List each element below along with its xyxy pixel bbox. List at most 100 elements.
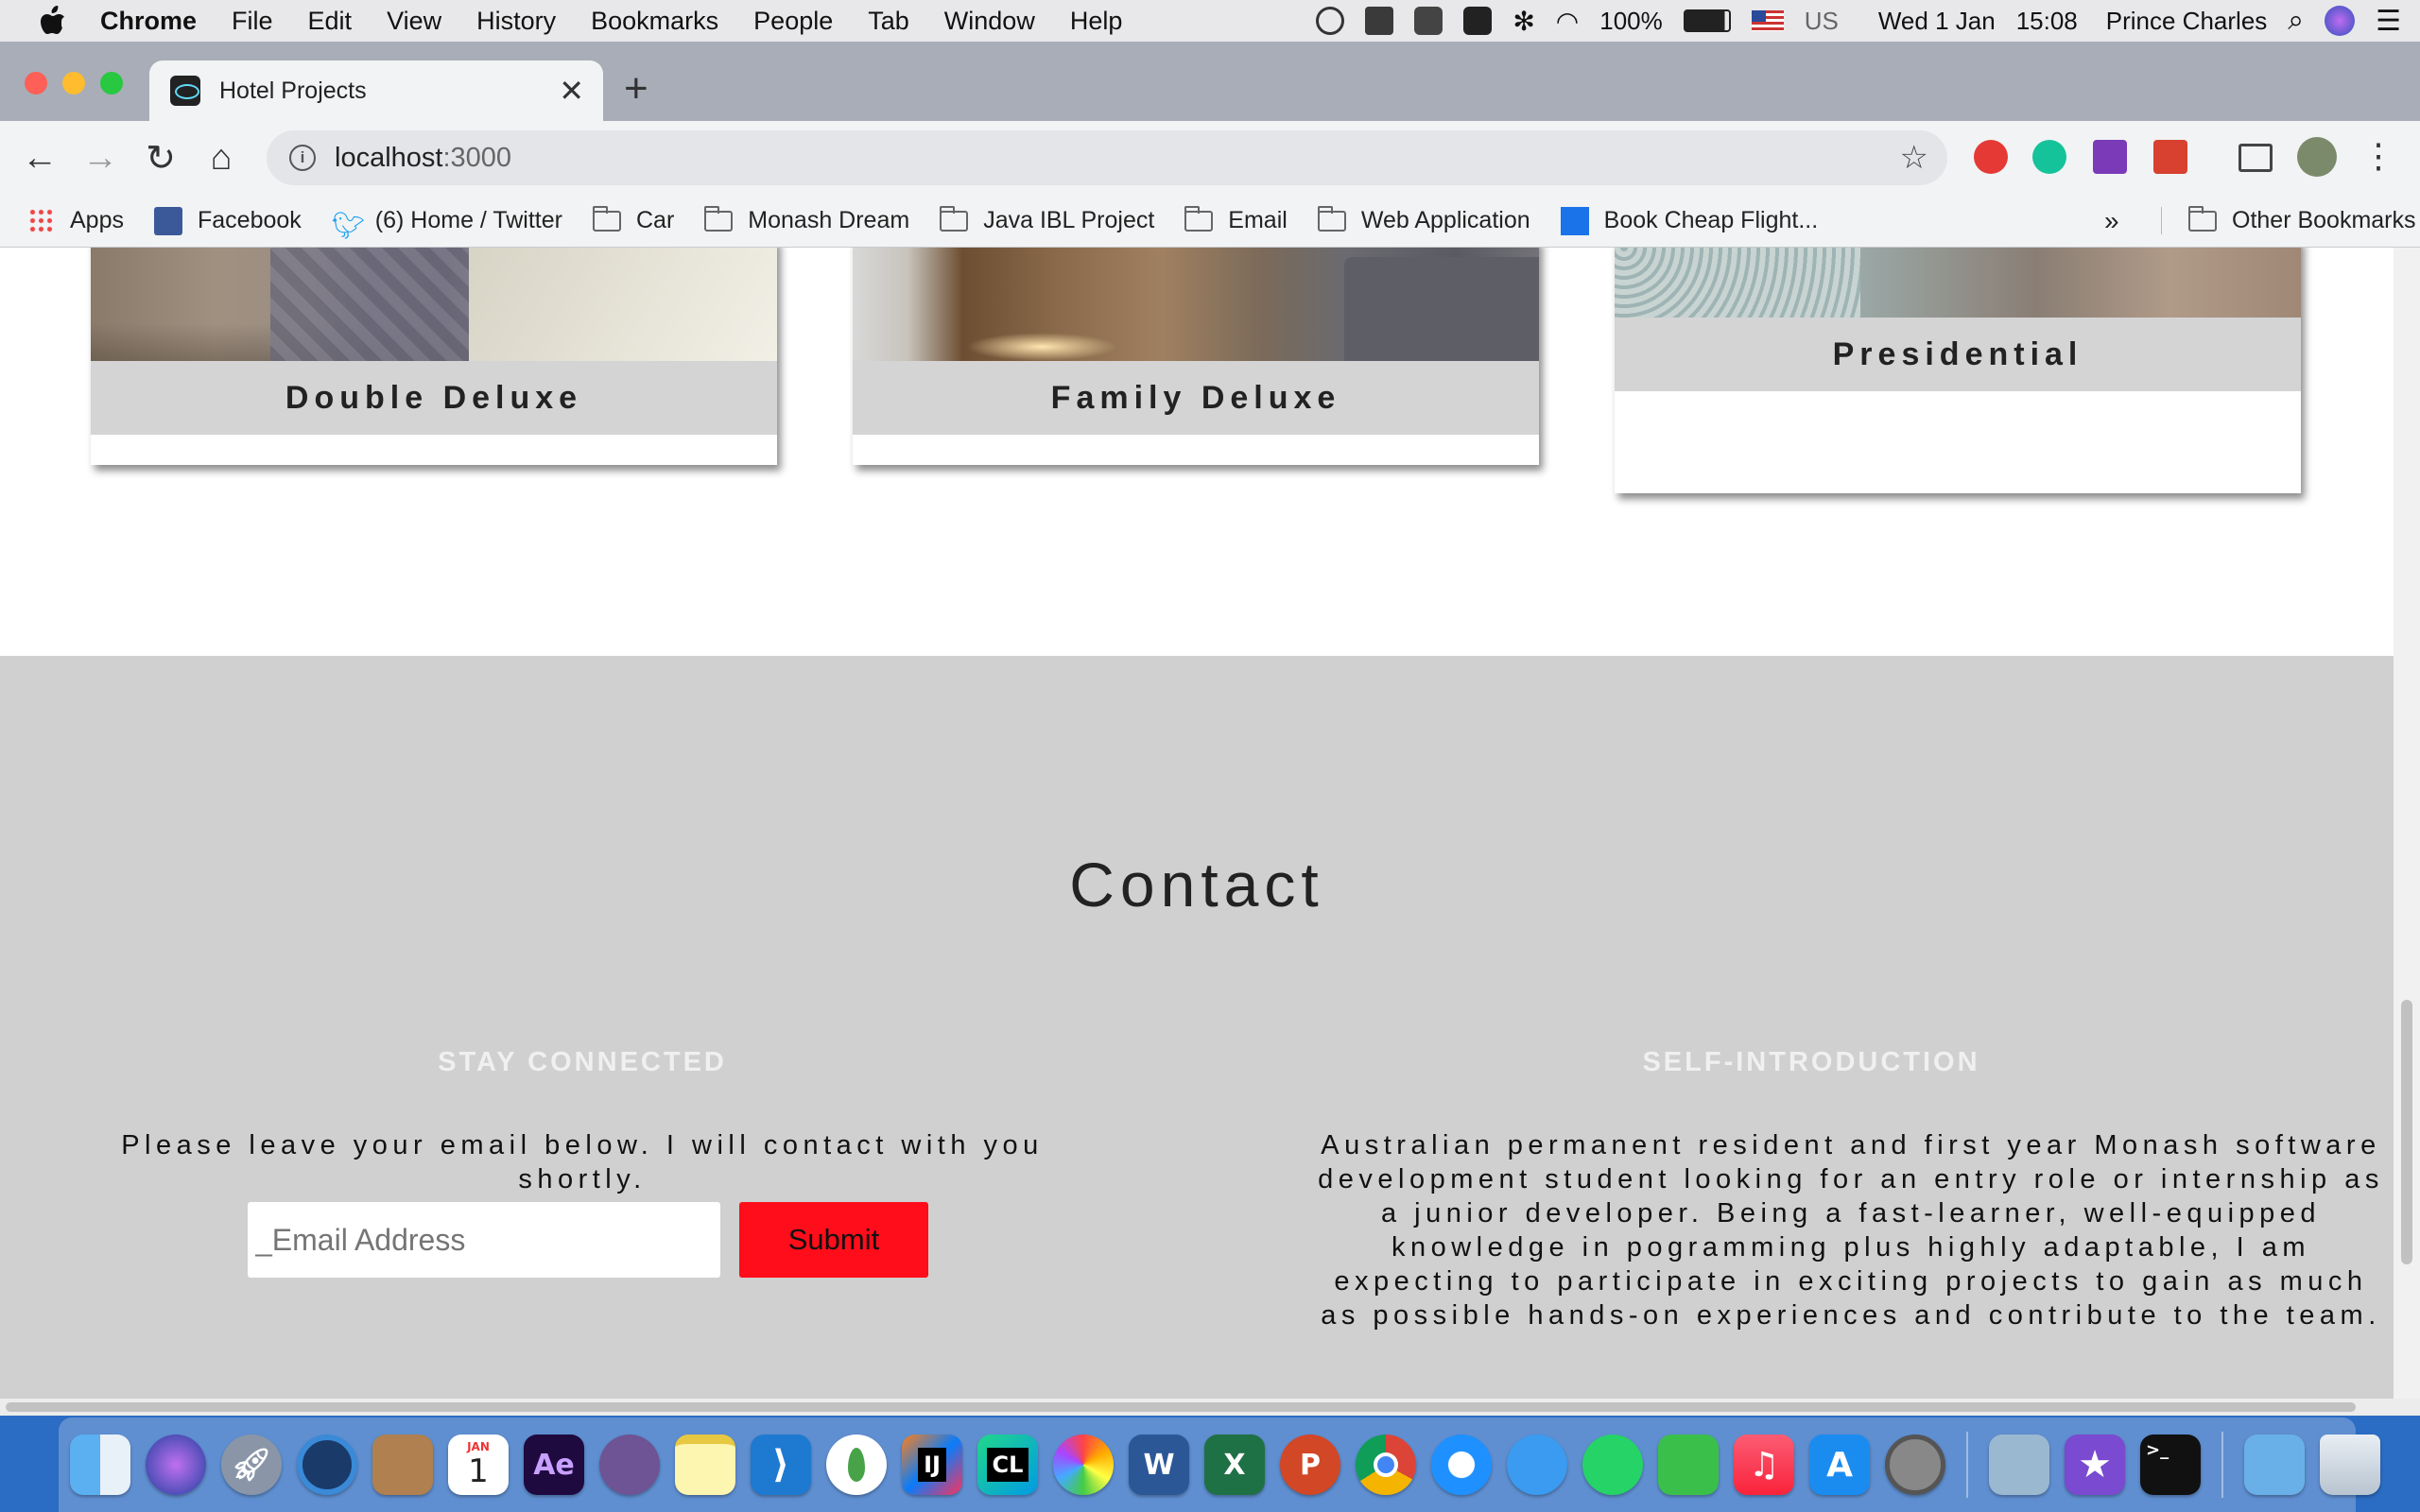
profile-avatar[interactable] <box>2297 137 2337 177</box>
tab-hotel-projects[interactable]: Hotel Projects ✕ <box>149 60 603 121</box>
horizontal-scrollbar[interactable] <box>0 1399 2420 1416</box>
chrome-menu-icon[interactable]: ⋮ <box>2348 136 2409 176</box>
bookmark-email[interactable]: Email <box>1184 205 1288 234</box>
room-card-family-deluxe[interactable]: Family Deluxe <box>853 248 1539 465</box>
new-tab-icon[interactable]: + <box>624 68 648 110</box>
close-tab-icon[interactable]: ✕ <box>559 73 584 109</box>
notification-center-icon[interactable]: ☰ <box>2376 5 2401 38</box>
menu-app-name[interactable]: Chrome <box>100 7 197 36</box>
chrome-dock-icon[interactable] <box>1356 1435 1416 1495</box>
bookmarks-overflow-chevron[interactable]: » <box>2104 206 2119 236</box>
onenote-extension-icon[interactable] <box>2093 140 2127 174</box>
bookmark-web-application[interactable]: Web Application <box>1317 205 1530 234</box>
user-name[interactable]: Prince Charles <box>2106 7 2268 36</box>
preview-icon[interactable] <box>1989 1435 2049 1495</box>
siri-icon[interactable] <box>2325 6 2356 36</box>
site-info-icon[interactable]: i <box>289 145 316 171</box>
room-card-double-deluxe[interactable]: Double Deluxe <box>91 248 777 465</box>
excel-icon[interactable]: X <box>1204 1435 1265 1495</box>
url-text[interactable]: localhost:3000 <box>335 143 511 174</box>
menu-window[interactable]: Window <box>944 7 1035 36</box>
quicktime-icon[interactable] <box>297 1435 357 1495</box>
folder-icon <box>2188 205 2217 232</box>
downloads-folder-icon[interactable] <box>2244 1435 2305 1495</box>
folder-icon <box>1184 205 1214 232</box>
bookmark-apps[interactable]: Apps <box>28 207 124 234</box>
sync-status-icon[interactable] <box>1316 7 1345 35</box>
submit-button[interactable]: Submit <box>739 1202 928 1278</box>
apple-menu-icon[interactable] <box>40 6 66 36</box>
calendar-icon[interactable]: JAN 1 <box>448 1435 509 1495</box>
whatsapp-icon[interactable] <box>1582 1435 1643 1495</box>
back-arrow-icon[interactable]: ← <box>9 138 70 179</box>
folder-icon <box>940 205 969 232</box>
siri-dock-icon[interactable] <box>146 1435 206 1495</box>
contacts-icon[interactable] <box>372 1435 433 1495</box>
forward-arrow-icon[interactable]: → <box>70 138 130 179</box>
cast-icon[interactable] <box>2238 144 2273 172</box>
after-effects-icon[interactable]: Ae <box>524 1435 584 1495</box>
word-icon[interactable]: W <box>1129 1435 1189 1495</box>
app-store-icon[interactable]: A <box>1809 1435 1870 1495</box>
notes-app-icon[interactable] <box>1463 7 1493 35</box>
system-preferences-icon[interactable] <box>1885 1435 1945 1495</box>
vertical-scroll-thumb[interactable] <box>2401 1000 2412 1264</box>
imovie-icon[interactable]: ★ <box>2065 1435 2125 1495</box>
adblock-extension-icon[interactable] <box>1974 140 2008 174</box>
grammarly-extension-icon[interactable] <box>2032 140 2066 174</box>
react-devtools-extension-icon[interactable] <box>2153 140 2187 174</box>
bookmark-java-ibl[interactable]: Java IBL Project <box>940 205 1154 234</box>
menu-file[interactable]: File <box>232 7 273 36</box>
menu-bookmarks[interactable]: Bookmarks <box>591 7 718 36</box>
bookmark-car[interactable]: Car <box>592 205 674 234</box>
intellij-icon[interactable]: IJ <box>902 1435 962 1495</box>
battery-icon[interactable] <box>1683 9 1731 32</box>
facetime-icon[interactable] <box>1658 1435 1719 1495</box>
bookmark-other[interactable]: Other Bookmarks <box>2161 205 2416 234</box>
vscode-icon[interactable]: ⟩ <box>751 1435 811 1495</box>
spotlight-search-icon[interactable]: ⌕ <box>2288 5 2304 37</box>
menu-people[interactable]: People <box>753 7 833 36</box>
music-icon[interactable]: ♫ <box>1734 1435 1794 1495</box>
clock-date[interactable]: Wed 1 Jan <box>1878 7 1996 36</box>
minimize-window-icon[interactable] <box>62 72 85 94</box>
messages-icon[interactable] <box>1507 1435 1567 1495</box>
launchpad-icon[interactable]: 🚀︎ <box>221 1435 282 1495</box>
finder-icon[interactable] <box>70 1435 130 1495</box>
home-icon[interactable]: ⌂ <box>191 138 251 179</box>
clion-icon[interactable]: CL <box>977 1435 1038 1495</box>
menu-help[interactable]: Help <box>1070 7 1123 36</box>
github-desktop-icon[interactable] <box>599 1435 660 1495</box>
address-bar[interactable]: i localhost:3000 ☆ <box>267 130 1947 185</box>
horizontal-scroll-thumb[interactable] <box>6 1402 2356 1412</box>
airplay-monitor-icon[interactable] <box>1414 7 1443 35</box>
input-source-label[interactable]: US <box>1805 7 1839 36</box>
safari-icon[interactable] <box>1431 1435 1492 1495</box>
close-window-icon[interactable] <box>25 72 47 94</box>
clock-time[interactable]: 15:08 <box>2016 7 2078 36</box>
vertical-scrollbar[interactable] <box>2394 248 2420 1399</box>
bookmark-cheap-flights[interactable]: Book Cheap Flight... <box>1560 206 1818 235</box>
bookmark-facebook[interactable]: Facebook <box>153 206 302 235</box>
terminal-icon[interactable]: >_ <box>2140 1435 2201 1495</box>
room-card-presidential[interactable]: Presidential <box>1615 248 2301 493</box>
bookmark-star-icon[interactable]: ☆ <box>1900 139 1928 177</box>
menu-view[interactable]: View <box>387 7 441 36</box>
powerpoint-icon[interactable]: P <box>1280 1435 1340 1495</box>
menu-history[interactable]: History <box>476 7 556 36</box>
email-input[interactable] <box>248 1202 720 1278</box>
wifi-icon[interactable]: ◠ <box>1556 6 1579 37</box>
notes-icon[interactable] <box>675 1435 735 1495</box>
dropbox-icon[interactable] <box>1365 7 1394 35</box>
trash-icon[interactable] <box>2320 1435 2380 1495</box>
reload-icon[interactable]: ↻ <box>130 137 191 180</box>
bookmark-twitter[interactable]: 🐦︎ (6) Home / Twitter <box>332 207 562 240</box>
zoom-window-icon[interactable] <box>100 72 123 94</box>
menu-edit[interactable]: Edit <box>308 7 353 36</box>
menu-tab[interactable]: Tab <box>868 7 909 36</box>
bluetooth-icon[interactable]: ✻ <box>1512 6 1534 37</box>
mongodb-compass-icon[interactable] <box>826 1435 887 1495</box>
bookmark-monash-dream[interactable]: Monash Dream <box>704 205 910 234</box>
bookmark-label: Monash Dream <box>748 207 910 233</box>
photos-icon[interactable] <box>1053 1435 1114 1495</box>
